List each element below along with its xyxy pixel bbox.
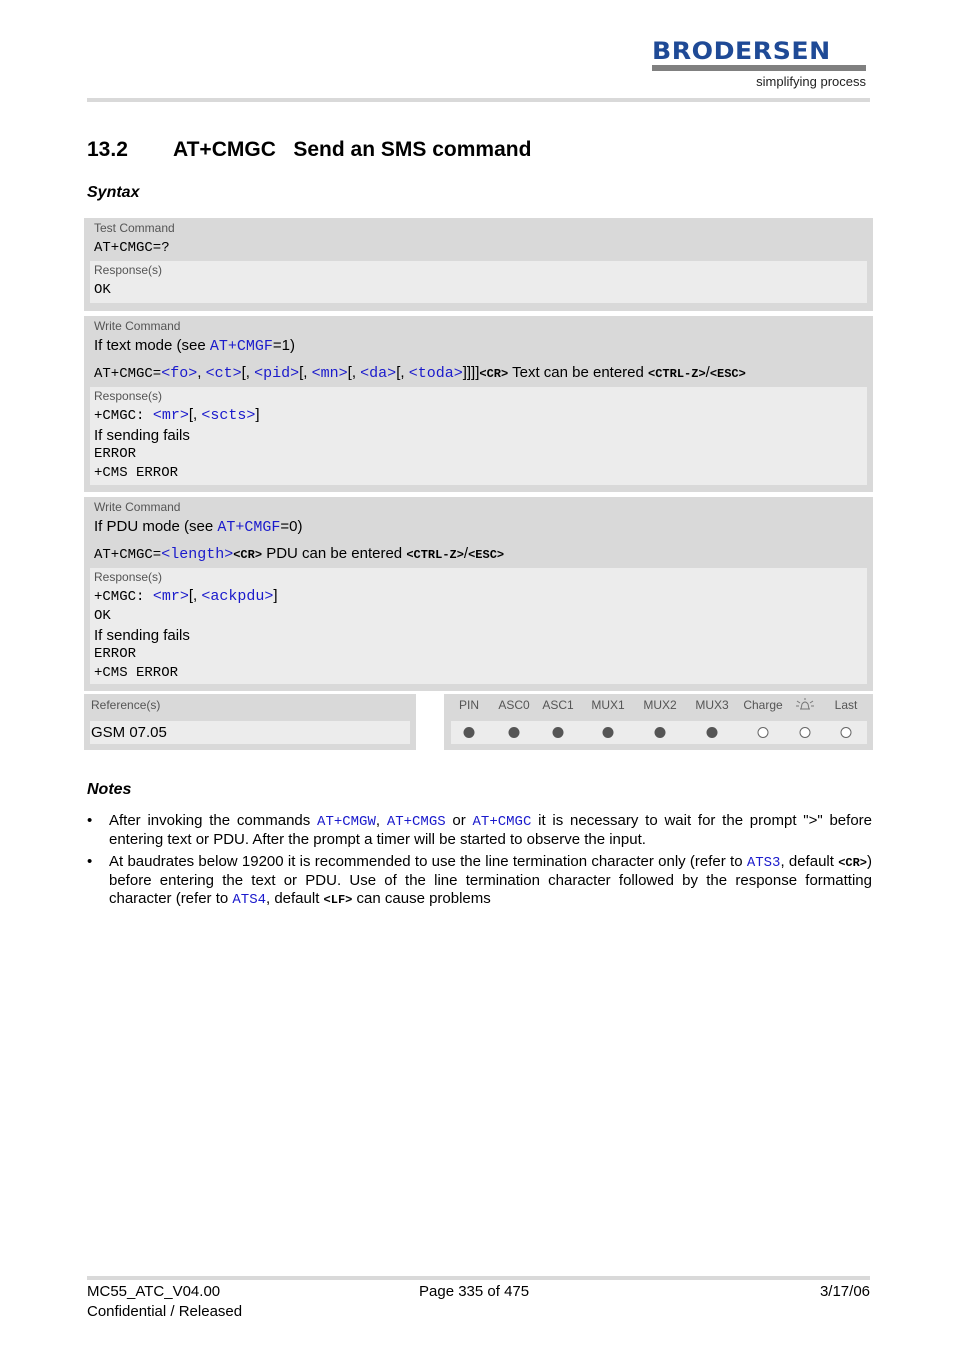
section-number: 13.2 — [87, 138, 128, 161]
response-error: ERROR — [94, 646, 137, 662]
param-toda[interactable]: <toda> — [409, 365, 463, 382]
note-text: At baudrates below 19200 it is recommend… — [109, 853, 872, 908]
footer-doc-id: MC55_ATC_V04.00 — [87, 1283, 221, 1300]
link-at-cmgf[interactable]: AT+CMGF — [210, 338, 273, 355]
not-supported-indicator — [840, 727, 852, 738]
test-command-syntax: AT+CMGC=? — [94, 240, 170, 256]
reference-box: Reference(s) GSM 07.05 — [84, 694, 416, 750]
logo-wordmark: BRODERSEN — [652, 37, 831, 65]
param-ackpdu[interactable]: <ackpdu> — [201, 588, 273, 605]
param-da[interactable]: <da> — [360, 365, 396, 382]
alarm-bell-icon — [795, 697, 815, 716]
param-scts[interactable]: <scts> — [201, 407, 255, 424]
supported-indicator — [508, 727, 520, 738]
col-asc0: ASC0 — [498, 698, 530, 712]
response-cms-error: +CMS ERROR — [94, 465, 179, 481]
note-item: • After invoking the commands AT+CMGW, A… — [87, 812, 872, 849]
response-ok: OK — [94, 282, 111, 298]
param-pid[interactable]: <pid> — [254, 365, 299, 382]
write-command-label: Write Command — [94, 500, 181, 514]
not-supported-indicator — [799, 727, 811, 738]
link-at-cmgc[interactable]: AT+CMGC — [473, 814, 532, 830]
supported-indicator — [706, 727, 718, 738]
col-mux2: MUX2 — [643, 698, 677, 712]
link-at-cmgw[interactable]: AT+CMGW — [317, 814, 376, 830]
response-error: ERROR — [94, 446, 137, 462]
col-charge: Charge — [743, 698, 783, 712]
note-item: • At baudrates below 19200 it is recomme… — [87, 853, 872, 909]
note-text: After invoking the commands AT+CMGW, AT+… — [109, 812, 872, 848]
param-mr[interactable]: <mr> — [153, 407, 189, 424]
link-ats4[interactable]: ATS4 — [232, 892, 266, 908]
text-mode-syntax: AT+CMGC=<fo>, <ct>[, <pid>[, <mn>[, <da>… — [94, 364, 746, 382]
pdu-mode-syntax: AT+CMGC=<length><CR> PDU can be entered … — [94, 545, 505, 563]
link-at-cmgf[interactable]: AT+CMGF — [217, 519, 280, 536]
section-title: 13.2 AT+CMGC Send an SMS command — [87, 138, 531, 162]
pdu-response-box: Response(s) +CMGC: <mr>[, <ackpdu>] OK I… — [90, 568, 867, 684]
param-length[interactable]: <length> — [161, 546, 233, 563]
bullet: • — [87, 812, 93, 829]
logo-bar — [652, 65, 866, 71]
footer-page: Page 335 of 475 — [419, 1283, 530, 1300]
response-cmgc: +CMGC: <mr>[, <scts>] — [94, 406, 260, 424]
footer-divider — [87, 1276, 870, 1280]
not-supported-indicator — [757, 727, 769, 738]
reference-label: Reference(s) — [91, 698, 161, 712]
test-command-label: Test Command — [94, 221, 175, 235]
response-cms-error: +CMS ERROR — [94, 665, 179, 681]
link-at-cmgs[interactable]: AT+CMGS — [387, 814, 446, 830]
interface-support-table: PIN ASC0 ASC1 MUX1 MUX2 MUX3 Charge Last — [444, 694, 873, 750]
col-pin: PIN — [458, 698, 480, 712]
col-last: Last — [834, 698, 858, 712]
col-mux1: MUX1 — [591, 698, 625, 712]
response-label: Response(s) — [94, 389, 163, 403]
response-label: Response(s) — [94, 263, 163, 277]
supported-indicator — [654, 727, 666, 738]
header-divider — [87, 98, 870, 102]
param-ct[interactable]: <ct> — [206, 365, 242, 382]
brodersen-logo: BRODERSEN simplifying process — [652, 39, 870, 89]
param-mr[interactable]: <mr> — [153, 588, 189, 605]
write-command-text-block: Write Command If text mode (see AT+CMGF=… — [84, 316, 873, 492]
param-mn[interactable]: <mn> — [312, 365, 348, 382]
fail-text: If sending fails — [94, 627, 190, 644]
footer-status: Confidential / Released — [87, 1303, 243, 1320]
write-command-label: Write Command — [94, 319, 181, 333]
fail-text: If sending fails — [94, 427, 190, 444]
footer-date: 3/17/06 — [819, 1283, 870, 1300]
supported-indicator — [602, 727, 614, 738]
test-response-box: Response(s) OK — [90, 261, 867, 303]
reference-value: GSM 07.05 — [90, 721, 410, 744]
test-command-block: Test Command AT+CMGC=? Response(s) OK — [84, 218, 873, 311]
pdu-mode-intro: If PDU mode (see AT+CMGF=0) — [94, 518, 303, 536]
response-ok: OK — [94, 608, 111, 624]
col-mux3: MUX3 — [695, 698, 729, 712]
col-asc1: ASC1 — [542, 698, 574, 712]
response-cmgc: +CMGC: <mr>[, <ackpdu>] — [94, 587, 278, 605]
support-indicator-row — [451, 721, 867, 744]
supported-indicator — [463, 727, 475, 738]
write-command-pdu-block: Write Command If PDU mode (see AT+CMGF=0… — [84, 497, 873, 691]
supported-indicator — [552, 727, 564, 738]
logo-tagline: simplifying process — [756, 74, 866, 89]
link-ats3[interactable]: ATS3 — [747, 855, 781, 871]
text-mode-intro: If text mode (see AT+CMGF=1) — [94, 337, 296, 355]
response-label: Response(s) — [94, 570, 163, 584]
syntax-heading: Syntax — [87, 184, 140, 201]
section-title-text: AT+CMGC Send an SMS command — [173, 138, 532, 161]
text-response-box: Response(s) +CMGC: <mr>[, <scts>] If sen… — [90, 387, 867, 485]
param-fo[interactable]: <fo> — [161, 365, 197, 382]
bullet: • — [87, 853, 93, 870]
notes-heading: Notes — [87, 781, 132, 798]
